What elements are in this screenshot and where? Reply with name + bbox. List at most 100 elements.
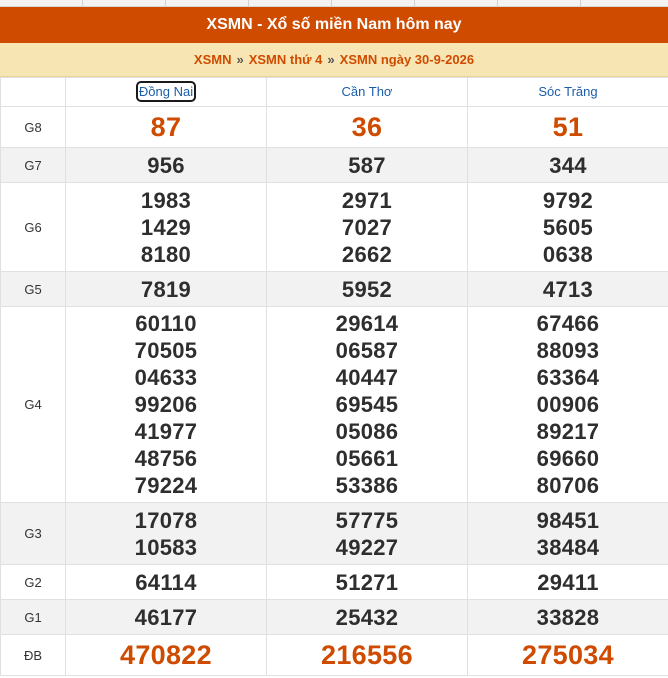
prize-number: 87 (150, 111, 182, 142)
prize-cell: 7819 (65, 271, 267, 307)
prize-cell: 57775 49227 (266, 502, 468, 565)
prize-row-g1: G1 46177 25432 33828 (0, 599, 668, 635)
prize-label: G2 (0, 564, 66, 600)
prize-number: 587 (348, 152, 386, 178)
prize-number: 17078 (134, 507, 198, 533)
prize-row-g5: G5 7819 5952 4713 (0, 271, 668, 307)
prize-number: 25432 (335, 604, 399, 630)
prize-cell: 4713 (467, 271, 668, 307)
prize-cell: 9792 5605 0638 (467, 182, 668, 272)
prize-number: 57775 (335, 507, 399, 533)
prize-cell: 67466 88093 63364 00906 89217 69660 80706 (467, 306, 668, 503)
prize-number: 63364 (536, 365, 600, 390)
prize-number: 53386 (335, 473, 399, 498)
page-title-text: XSMN - Xổ số miền Nam hôm nay (206, 16, 462, 33)
province-link-dong-nai[interactable]: Đồng Nai (135, 81, 197, 102)
prize-cell: 17078 10583 (65, 502, 267, 565)
prize-number: 2662 (341, 241, 393, 267)
prize-number: 70505 (134, 338, 198, 363)
prize-number: 41977 (134, 419, 198, 444)
prize-label: G4 (0, 306, 66, 503)
prize-number: 04633 (134, 365, 198, 390)
prize-number: 79224 (134, 473, 198, 498)
prize-label: G8 (0, 106, 66, 148)
prize-row-g4: G4 60110 70505 04633 99206 41977 48756 79224 296… (0, 306, 668, 503)
prize-number: 60110 (135, 311, 197, 336)
prize-row-g2: G2 64114 51271 29411 (0, 564, 668, 600)
prize-number: 36 (351, 111, 383, 142)
prize-cell: 60110 70505 04633 99206 41977 48756 79224 (65, 306, 267, 503)
header-corner-cell (0, 77, 66, 107)
prize-row-g8: G8 87 36 51 (0, 106, 668, 148)
prize-cell: 470822 (65, 634, 267, 676)
prize-cell: 64114 (65, 564, 267, 600)
prize-number: 344 (549, 152, 587, 178)
prize-number: 05086 (335, 419, 399, 444)
province-link-can-tho[interactable]: Cần Thơ (342, 84, 393, 99)
province-link-soc-trang[interactable]: Sóc Trăng (538, 84, 597, 99)
prize-number: 4713 (542, 276, 594, 302)
prize-number: 29411 (537, 569, 599, 595)
prize-cell: 587 (266, 147, 468, 183)
prize-number: 10583 (134, 534, 198, 560)
prize-number: 64114 (135, 569, 197, 595)
prize-cell: 275034 (467, 634, 668, 676)
prize-number: 470822 (120, 639, 212, 670)
prize-cell: 51271 (266, 564, 468, 600)
prize-cell: 46177 (65, 599, 267, 635)
prize-number: 1983 (140, 187, 192, 213)
province-cell: Cần Thơ (266, 77, 468, 107)
prize-cell: 216556 (266, 634, 468, 676)
prize-number: 80706 (536, 473, 600, 498)
prize-number: 00906 (536, 392, 600, 417)
prize-number: 2971 (341, 187, 393, 213)
breadcrumb-item-xsmn-date[interactable]: XSMN ngày 30-9-2026 (340, 52, 474, 67)
prize-number: 98451 (536, 507, 600, 533)
prize-number: 0638 (542, 241, 594, 267)
prize-number: 05661 (335, 446, 399, 471)
prize-label: ĐB (0, 634, 66, 676)
prize-number: 49227 (335, 534, 399, 560)
prize-cell: 29411 (467, 564, 668, 600)
xsmn-result-panel: XSMN - Xổ số miền Nam hôm nay XSMN » XSM… (0, 0, 668, 676)
prize-number: 88093 (536, 338, 600, 363)
prize-number: 1429 (140, 214, 192, 240)
prize-cell: 1983 1429 8180 (65, 182, 267, 272)
prize-cell: 2971 7027 2662 (266, 182, 468, 272)
prize-number: 06587 (335, 338, 399, 363)
prize-label: G3 (0, 502, 66, 565)
prize-number: 51271 (335, 569, 399, 595)
prize-number: 5605 (542, 214, 594, 240)
province-header-row: Đồng Nai Cần Thơ Sóc Trăng (0, 77, 668, 107)
breadcrumb-item-xsmn[interactable]: XSMN (194, 52, 232, 67)
prize-number: 7819 (140, 276, 192, 302)
breadcrumb-item-xsmn-thu-4[interactable]: XSMN thứ 4 (249, 52, 323, 67)
results-table: Đồng Nai Cần Thơ Sóc Trăng G8 87 36 51 G7 956… (0, 77, 668, 676)
province-cell: Sóc Trăng (467, 77, 668, 107)
prize-number: 40447 (335, 365, 399, 390)
breadcrumb: XSMN » XSMN thứ 4 » XSMN ngày 30-9-2026 (0, 43, 668, 77)
prize-cell: 5952 (266, 271, 468, 307)
breadcrumb-separator: » (327, 52, 335, 67)
prize-number: 216556 (321, 639, 413, 670)
prize-number: 956 (147, 152, 185, 178)
prize-row-g3: G3 17078 10583 57775 49227 98451 38484 (0, 502, 668, 565)
prize-number: 29614 (335, 311, 399, 336)
prize-cell: 87 (65, 106, 267, 148)
prize-number: 51 (552, 111, 584, 142)
prize-number: 46177 (134, 604, 198, 630)
prize-number: 48756 (134, 446, 198, 471)
prize-cell: 51 (467, 106, 668, 148)
prize-number: 275034 (522, 639, 614, 670)
prize-number: 8180 (140, 241, 192, 267)
prize-cell: 33828 (467, 599, 668, 635)
prize-number: 89217 (536, 419, 600, 444)
prize-label: G7 (0, 147, 66, 183)
prize-cell: 956 (65, 147, 267, 183)
prize-number: 33828 (536, 604, 600, 630)
prize-cell: 25432 (266, 599, 468, 635)
prize-label: G5 (0, 271, 66, 307)
prize-label: G6 (0, 182, 66, 272)
prize-row-db: ĐB 470822 216556 275034 (0, 634, 668, 676)
prize-number: 9792 (542, 187, 594, 213)
